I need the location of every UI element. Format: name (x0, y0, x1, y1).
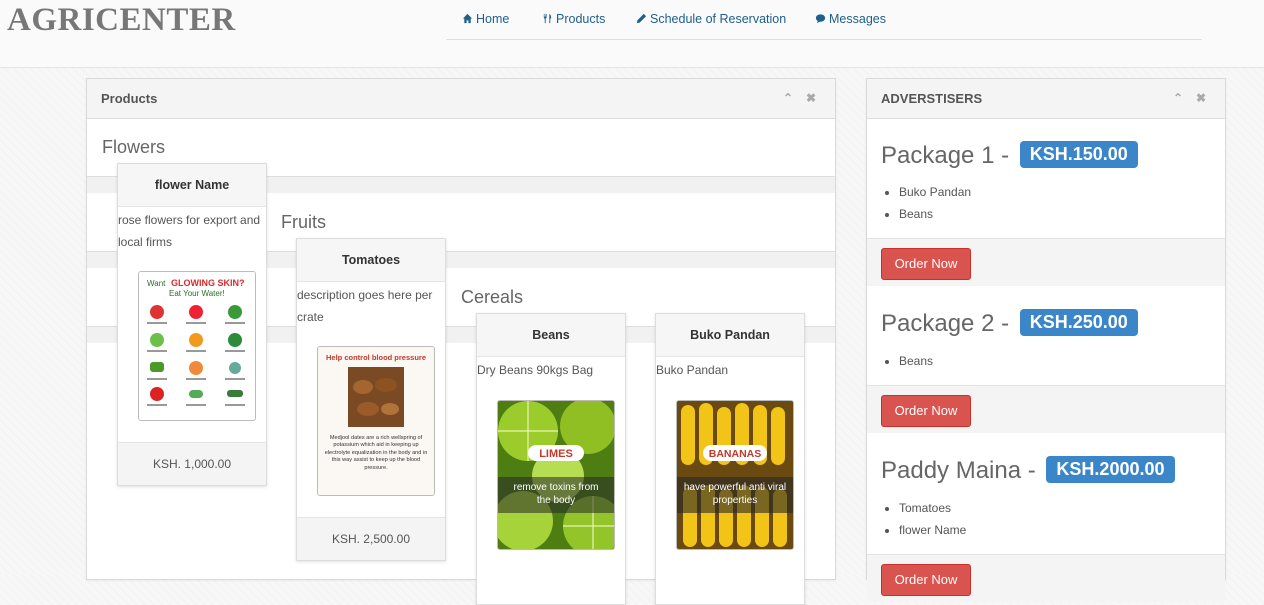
product-image: Want GLOWING SKIN? Eat Your Water! (138, 271, 256, 421)
product-card[interactable]: Buko Pandan Buko Pandan BANANAS have pow… (655, 313, 805, 605)
product-image: Help control blood pressure Medjool date… (317, 346, 435, 496)
price-badge: KSH.150.00 (1019, 141, 1138, 168)
collapse-icon[interactable]: ⌃ (1173, 91, 1183, 105)
close-icon[interactable]: ✖ (806, 91, 816, 105)
nav-schedule[interactable]: Schedule of Reservation (636, 12, 786, 26)
product-image: LIMES remove toxins from the body (497, 400, 615, 550)
svg-text:GLOWING SKIN?: GLOWING SKIN? (171, 278, 245, 288)
product-card[interactable]: flower Name rose flowers for export and … (117, 163, 267, 486)
product-description: rose flowers for export and local firms (118, 213, 261, 249)
product-image: BANANAS have powerful anti viral propert… (676, 400, 794, 550)
order-row: Order Now (867, 385, 1225, 433)
package-title: Paddy Maina - KSH.2000.00 (881, 456, 1175, 485)
main-nav: Home Products Schedule of Reservation Me… (446, 0, 1202, 40)
glowing-skin-poster: Want GLOWING SKIN? Eat Your Water! (139, 272, 255, 420)
advertisers-panel-header: ADVERSTISERS ⌃ ✖ (867, 79, 1225, 119)
advertisers-panel: ADVERSTISERS ⌃ ✖ Package 1 - KSH.150.00 … (866, 78, 1226, 602)
list-item: Beans (899, 350, 933, 372)
product-description: Dry Beans 90kgs Bag (477, 363, 594, 377)
svg-text:Help control blood pressure: Help control blood pressure (326, 353, 426, 362)
brand-logo[interactable]: AGRICENTER (7, 2, 236, 39)
package-items: Beans (899, 350, 933, 372)
svg-text:BANANAS: BANANAS (709, 448, 762, 460)
cutlery-icon (543, 13, 552, 24)
close-icon[interactable]: ✖ (1196, 91, 1206, 105)
comment-icon (815, 14, 826, 24)
list-item: Tomatoes (899, 497, 966, 519)
nav-products[interactable]: Products (542, 12, 605, 26)
category-fruits: Fruits (281, 212, 326, 232)
price-badge: KSH.250.00 (1019, 309, 1138, 336)
product-name: Beans (477, 314, 625, 357)
home-icon (462, 13, 473, 24)
list-item: flower Name (899, 519, 966, 541)
dates-poster: Help control blood pressure Medjool date… (318, 347, 434, 495)
package-items: Buko Pandan Beans (899, 181, 971, 225)
order-row: Order Now (867, 554, 1225, 602)
product-name: Buko Pandan (656, 314, 804, 357)
product-name: flower Name (118, 164, 266, 207)
nav-messages[interactable]: Messages (815, 12, 886, 26)
bananas-poster: BANANAS have powerful anti viral propert… (677, 401, 793, 549)
product-description: description goes here per crate (297, 288, 433, 324)
product-price: KSH. 1,000.00 (118, 442, 266, 485)
product-card[interactable]: Beans Dry Beans 90kgs Bag LIMES remove t… (476, 313, 626, 605)
svg-text:LIMES: LIMES (539, 448, 573, 460)
top-header: AGRICENTER Home Products Schedule of Res… (0, 0, 1264, 68)
products-panel-title: Products (101, 91, 158, 106)
collapse-icon[interactable]: ⌃ (783, 91, 793, 105)
list-item: Buko Pandan (899, 181, 971, 203)
products-panel-header: Products ⌃ ✖ (87, 79, 835, 119)
advertisers-panel-title: ADVERSTISERS (881, 91, 983, 106)
price-badge: KSH.2000.00 (1046, 456, 1175, 483)
product-description: Buko Pandan (656, 363, 729, 377)
category-flowers: Flowers (102, 137, 166, 157)
list-item: Beans (899, 203, 971, 225)
order-now-button[interactable]: Order Now (881, 248, 971, 280)
product-name: Tomatoes (297, 239, 445, 282)
package-title: Package 1 - KSH.150.00 (881, 141, 1138, 170)
svg-text:Eat Your Water!: Eat Your Water! (169, 289, 225, 298)
order-now-button[interactable]: Order Now (881, 564, 971, 596)
nav-home[interactable]: Home (462, 12, 509, 26)
limes-poster: LIMES remove toxins from the body (498, 401, 614, 549)
category-cereals: Cereals (461, 287, 524, 307)
product-price: KSH. 2,500.00 (297, 517, 445, 560)
order-row: Order Now (867, 238, 1225, 286)
svg-text:Want: Want (147, 279, 166, 288)
package-items: Tomatoes flower Name (899, 497, 966, 541)
package-title: Package 2 - KSH.250.00 (881, 309, 1138, 338)
pencil-icon (636, 13, 647, 24)
product-card[interactable]: Tomatoes description goes here per crate… (296, 238, 446, 561)
order-now-button[interactable]: Order Now (881, 395, 971, 427)
